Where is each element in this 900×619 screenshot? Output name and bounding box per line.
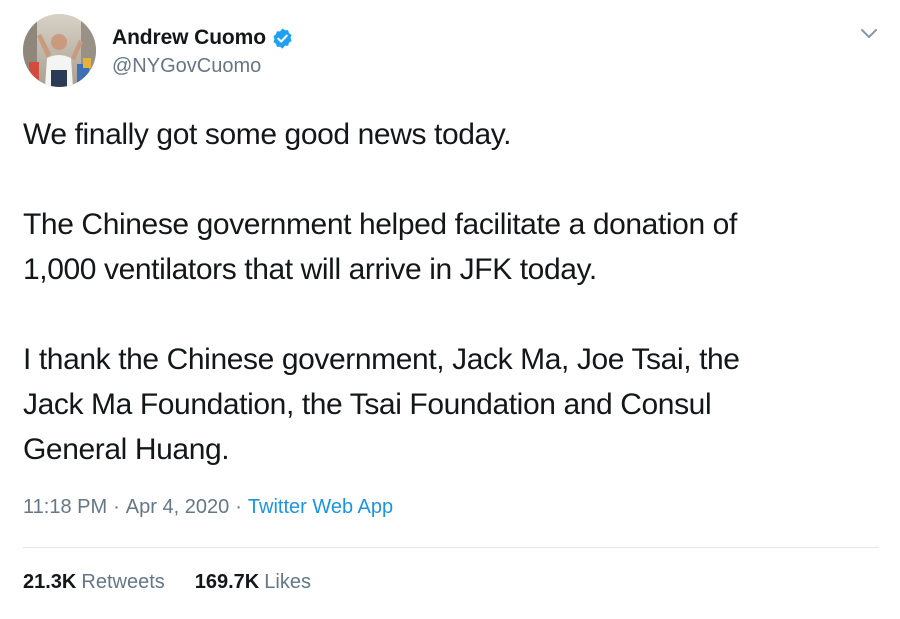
- source-app-link[interactable]: Twitter Web App: [248, 496, 393, 518]
- verified-badge-icon: [271, 27, 294, 50]
- tweet-line: The Chinese government helped facilitate…: [23, 208, 737, 241]
- display-name[interactable]: Andrew Cuomo: [112, 26, 266, 50]
- tweet-line: 1,000 ventilators that will arrive in JF…: [23, 253, 597, 286]
- tweet-line: I thank the Chinese government, Jack Ma,…: [23, 343, 740, 376]
- divider: [23, 547, 879, 548]
- likes-label: Likes: [264, 571, 311, 593]
- meta-separator: ·: [235, 496, 242, 518]
- tweet-line: General Huang.: [23, 433, 230, 466]
- tweet-line: We finally got some good news today.: [23, 118, 512, 151]
- tweet-date[interactable]: Apr 4, 2020: [126, 496, 229, 518]
- user-handle[interactable]: @NYGovCuomo: [112, 55, 261, 78]
- tweet-card: Andrew Cuomo @NYGovCuomo We finally got …: [0, 0, 900, 619]
- tweet-time[interactable]: 11:18 PM: [23, 496, 107, 518]
- likes-count: 169.7K: [194, 571, 260, 593]
- engagement-stats: 21.3K Retweets 169.7K Likes: [23, 571, 311, 594]
- retweets-label: Retweets: [81, 571, 165, 593]
- retweets-count: 21.3K: [23, 571, 77, 593]
- tweet-meta: 11:18 PM · Apr 4, 2020 · Twitter Web App: [23, 496, 393, 519]
- author-name-row: Andrew Cuomo: [112, 24, 294, 52]
- tweet-line: Jack Ma Foundation, the Tsai Foundation …: [23, 388, 712, 421]
- likes-stat[interactable]: 169.7K Likes: [195, 571, 311, 594]
- tweet-text: We finally got some good news today. The…: [23, 112, 863, 472]
- retweets-stat[interactable]: 21.3K Retweets: [23, 571, 165, 594]
- chevron-down-icon[interactable]: [858, 26, 880, 42]
- avatar[interactable]: [23, 14, 96, 87]
- meta-separator: ·: [113, 496, 120, 518]
